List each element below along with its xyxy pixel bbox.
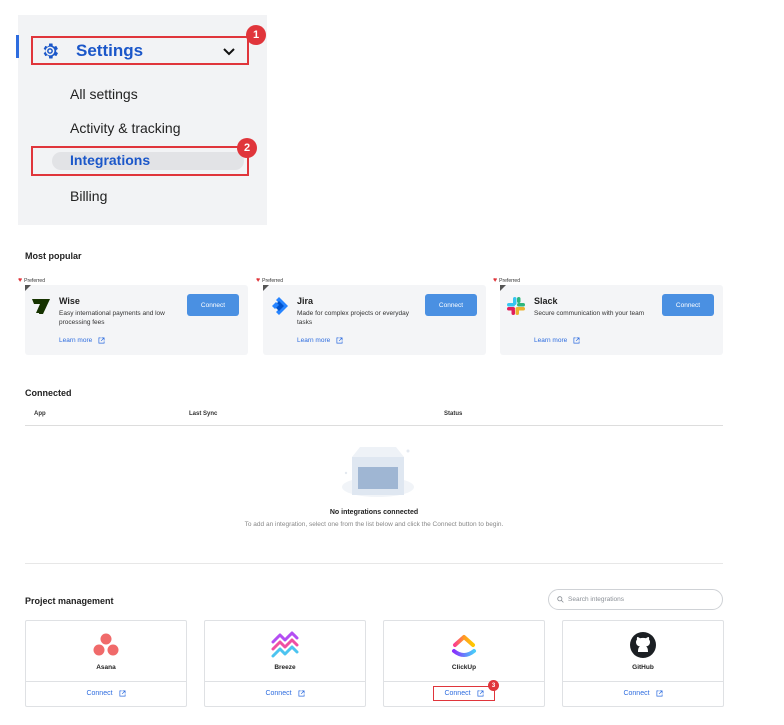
step-badge-3: 3	[488, 680, 499, 691]
card-divider	[384, 681, 544, 682]
empty-state-subtitle: To add an integration, select one from t…	[244, 521, 504, 528]
app-name: Wise	[59, 296, 80, 306]
external-link-icon	[119, 690, 126, 697]
chevron-down-icon	[223, 47, 235, 55]
learn-more-link[interactable]: Learn more	[59, 337, 105, 344]
connected-heading: Connected	[25, 388, 72, 398]
external-link-icon	[98, 337, 105, 344]
wise-logo-icon	[32, 299, 50, 314]
integration-card-asana: Asana Connect	[25, 620, 187, 707]
external-link-icon	[336, 337, 343, 344]
empty-state-illustration	[342, 447, 414, 497]
search-integrations-box[interactable]	[548, 589, 723, 610]
external-link-icon	[573, 337, 580, 344]
clickup-logo-icon	[452, 635, 476, 657]
project-management-heading: Project management	[25, 596, 114, 606]
card-divider	[563, 681, 723, 682]
connect-link[interactable]: Connect	[563, 690, 723, 697]
integration-card-github: GitHub Connect	[562, 620, 724, 707]
corner-marker	[500, 285, 506, 291]
step-badge-2: 2	[237, 138, 257, 158]
breeze-logo-icon	[271, 631, 299, 658]
column-header-app[interactable]: App	[34, 411, 46, 417]
learn-more-link[interactable]: Learn more	[297, 337, 343, 344]
search-icon	[557, 596, 564, 603]
external-link-icon	[298, 690, 305, 697]
menu-item-activity-tracking[interactable]: Activity & tracking	[70, 120, 180, 136]
connect-link[interactable]: Connect	[26, 690, 186, 697]
column-header-last-sync[interactable]: Last Sync	[189, 411, 217, 417]
heart-icon: ♥	[18, 277, 23, 284]
popular-card-slack: ♥ Preferred Slack Secure communication wi…	[493, 277, 723, 355]
learn-more-link[interactable]: Learn more	[534, 337, 580, 344]
app-name: Breeze	[274, 664, 296, 671]
app-name: Jira	[297, 296, 314, 306]
card-divider	[26, 681, 186, 682]
settings-menu-toggle[interactable]: Settings	[31, 36, 249, 65]
section-divider	[25, 563, 723, 564]
menu-item-all-settings[interactable]: All settings	[70, 86, 138, 102]
column-header-status[interactable]: Status	[444, 411, 462, 417]
app-description: Secure communication with your team	[534, 310, 645, 317]
connect-button[interactable]: Connect	[662, 294, 714, 316]
heart-icon: ♥	[256, 277, 261, 284]
preferred-flag: ♥ Preferred	[256, 277, 283, 284]
gear-icon	[43, 43, 58, 58]
step-badge-1: 1	[246, 25, 266, 45]
app-name: Asana	[96, 664, 116, 671]
external-link-icon	[656, 690, 663, 697]
app-name: ClickUp	[451, 664, 477, 671]
most-popular-heading: Most popular	[25, 251, 82, 261]
preferred-flag: ♥ Preferred	[18, 277, 45, 284]
integration-card-clickup: ClickUp Connect	[383, 620, 545, 707]
preferred-flag: ♥ Preferred	[493, 277, 520, 284]
connect-button[interactable]: Connect	[187, 294, 239, 316]
app-name: GitHub	[632, 664, 654, 671]
connect-highlight-box	[433, 686, 495, 701]
integrations-label: Integrations	[70, 152, 151, 168]
slack-logo-icon	[507, 297, 525, 315]
github-logo-icon	[630, 632, 656, 658]
active-indicator	[16, 35, 19, 58]
connect-link[interactable]: Connect	[205, 690, 365, 697]
integration-card-breeze: Breeze Connect	[204, 620, 366, 707]
table-divider	[25, 425, 723, 426]
popular-card-jira: ♥ Preferred Jira Made for complex project…	[256, 277, 486, 355]
popular-card-wise: ♥ Preferred Wise Easy international payme…	[18, 277, 248, 355]
asana-logo-icon	[93, 633, 119, 656]
app-name: Slack	[534, 296, 558, 306]
heart-icon: ♥	[493, 277, 498, 284]
app-description: Made for complex projects or everyday ta…	[297, 310, 409, 326]
app-description: Easy international payments and low proc…	[59, 310, 165, 326]
connect-button[interactable]: Connect	[425, 294, 477, 316]
search-input[interactable]	[568, 596, 708, 603]
settings-label: Settings	[76, 40, 144, 60]
empty-state-title: No integrations connected	[329, 509, 419, 516]
card-divider	[205, 681, 365, 682]
jira-logo-icon	[272, 297, 288, 315]
menu-item-billing[interactable]: Billing	[70, 188, 107, 204]
menu-item-integrations[interactable]: Integrations	[31, 146, 249, 176]
corner-marker	[263, 285, 269, 291]
corner-marker	[25, 285, 31, 291]
